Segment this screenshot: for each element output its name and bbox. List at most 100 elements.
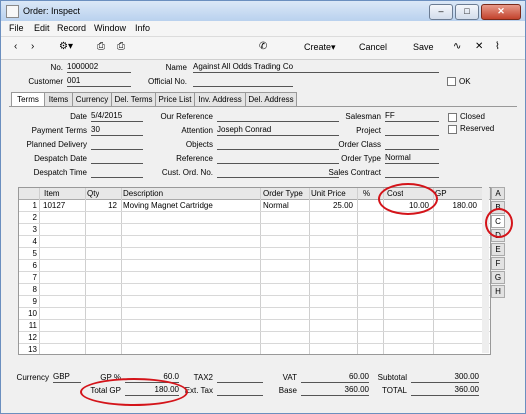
col-description: Description — [123, 189, 164, 198]
print-icon[interactable]: ⎙ — [97, 41, 105, 52]
item-gp[interactable]: 180.00 — [433, 201, 477, 210]
field-tab-g[interactable]: G — [491, 271, 505, 284]
order-type-field[interactable]: Normal — [385, 153, 439, 164]
row-number: 3 — [32, 225, 37, 234]
create-button[interactable]: Create▾ — [304, 42, 336, 53]
name-label: Name — [165, 63, 187, 72]
save-button[interactable]: Save — [413, 42, 434, 52]
maximize-button[interactable]: □ — [455, 4, 479, 20]
minimize-button[interactable]: – — [429, 4, 453, 20]
tab-inv-address[interactable]: Inv. Address — [194, 92, 246, 106]
tab-currency[interactable]: Currency — [72, 92, 112, 106]
despatch-time-label: Despatch Time — [33, 168, 87, 177]
customer-field[interactable]: 001 — [67, 76, 131, 87]
project-label: Project — [356, 126, 381, 135]
order-class-label: Order Class — [338, 140, 381, 149]
currency-field[interactable]: GBP — [53, 372, 81, 383]
no-label: No. — [50, 63, 63, 72]
total-gp-highlight-ellipse — [80, 378, 188, 406]
ok-checkbox[interactable] — [447, 77, 456, 86]
ok-label: OK — [459, 77, 471, 86]
title-bar: Order: Inspect – □ ✕ — [1, 1, 525, 21]
reserved-label: Reserved — [460, 124, 495, 133]
field-tab-h[interactable]: H — [491, 285, 505, 298]
project-field[interactable] — [385, 125, 439, 136]
reference-label: Reference — [176, 154, 213, 163]
official-no-label: Official No. — [148, 77, 187, 86]
despatch-date-field[interactable] — [91, 153, 143, 164]
forward-arrow-icon[interactable]: › — [31, 41, 34, 52]
currency-label: Currency — [16, 373, 49, 382]
window: Order: Inspect – □ ✕ File Edit Record Wi… — [0, 0, 526, 414]
expand-icon[interactable]: ✕ — [475, 41, 483, 52]
tax2-field — [217, 372, 263, 383]
item-order-type[interactable]: Normal — [263, 201, 289, 210]
salesman-field[interactable]: FF — [385, 111, 439, 122]
row-number: 2 — [32, 213, 37, 222]
date-label: Date — [70, 112, 87, 121]
reserved-checkbox[interactable] — [448, 125, 457, 134]
tab-items[interactable]: Items — [44, 92, 73, 106]
name-field[interactable]: Against All Odds Trading Co — [193, 62, 439, 73]
col-order-type: Order Type — [263, 189, 303, 198]
our-reference-label: Our Reference — [160, 112, 213, 121]
cancel-button[interactable]: Cancel — [359, 42, 387, 52]
tab-price-list[interactable]: Price List — [155, 92, 195, 106]
field-tab-f[interactable]: F — [491, 257, 505, 270]
menu-bar: File Edit Record Window Info — [1, 21, 525, 37]
closed-checkbox[interactable] — [448, 113, 457, 122]
item-unit-price[interactable]: 25.00 — [309, 201, 353, 210]
phone-icon[interactable]: ✆ — [259, 41, 267, 52]
col-qty: Qty — [87, 189, 100, 198]
field-tab-e[interactable]: E — [491, 243, 505, 256]
sales-contract-label: Sales Contract — [328, 168, 381, 177]
order-no-field[interactable]: 1000002 — [67, 62, 131, 73]
menu-file[interactable]: File — [9, 23, 24, 33]
gear-icon[interactable]: ⚙▾ — [59, 41, 73, 52]
item-qty[interactable]: 12 — [85, 201, 117, 210]
tab-del-address[interactable]: Del. Address — [245, 92, 297, 106]
close-button[interactable]: ✕ — [481, 4, 521, 20]
field-tab-a[interactable]: A — [491, 187, 505, 200]
payment-terms-field[interactable]: 30 — [91, 125, 143, 136]
official-no-field[interactable] — [193, 76, 293, 87]
back-arrow-icon[interactable]: ‹ — [14, 41, 17, 52]
col-item: Item — [44, 189, 60, 198]
subtotal-field: 300.00 — [411, 372, 479, 383]
row-number: 11 — [28, 321, 37, 330]
row-number: 1 — [32, 201, 37, 210]
tab-terms[interactable]: Terms — [11, 92, 45, 107]
item-description[interactable]: Moving Magnet Cartridge — [123, 201, 213, 210]
date-field[interactable]: 5/4/2015 — [91, 111, 143, 122]
item-code[interactable]: 10127 — [43, 201, 65, 210]
row-number: 6 — [32, 261, 37, 270]
activity-icon[interactable]: ∿ — [453, 41, 461, 52]
attention-label: Attention — [181, 126, 213, 135]
planned-delivery-field[interactable] — [91, 139, 143, 150]
app-icon — [6, 5, 19, 18]
objects-label: Objects — [185, 140, 213, 149]
menu-record[interactable]: Record — [57, 23, 86, 33]
sales-contract-field[interactable] — [385, 167, 439, 178]
despatch-time-field[interactable] — [91, 167, 143, 178]
planned-delivery-label: Planned Delivery — [26, 140, 87, 149]
menu-info[interactable]: Info — [135, 23, 150, 33]
row-number: 12 — [28, 333, 37, 342]
menu-window[interactable]: Window — [94, 23, 126, 33]
row-number: 13 — [28, 345, 37, 354]
tab-del-terms[interactable]: Del. Terms — [111, 92, 156, 106]
ext-tax-field — [217, 385, 263, 396]
tab-c-highlight-ellipse — [485, 208, 513, 238]
paperclip-icon[interactable]: ⌇ — [495, 41, 500, 52]
payment-terms-label: Payment Terms — [31, 126, 87, 135]
print-preview-icon[interactable]: ⎙ — [117, 41, 125, 52]
base-label: Base — [278, 386, 297, 395]
col-percent: % — [363, 189, 371, 198]
menu-edit[interactable]: Edit — [34, 23, 50, 33]
order-class-field[interactable] — [385, 139, 439, 150]
cost-highlight-ellipse — [378, 183, 438, 215]
row-number: 7 — [32, 273, 37, 282]
cust-ord-no-label: Cust. Ord. No. — [161, 168, 213, 177]
window-title: Order: Inspect — [23, 6, 81, 16]
order-type-label: Order Type — [341, 154, 381, 163]
